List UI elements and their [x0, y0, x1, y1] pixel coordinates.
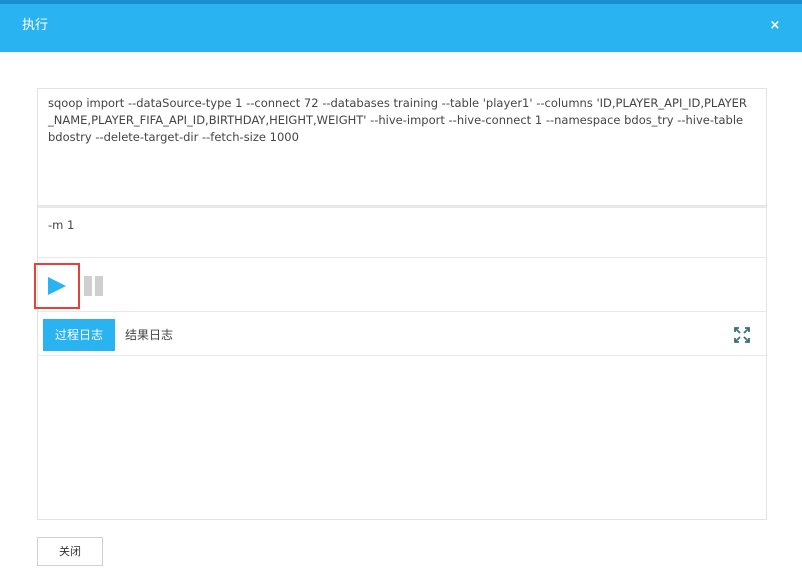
close-icon[interactable]: × — [768, 19, 782, 33]
tab-process-log[interactable]: 过程日志 — [43, 319, 115, 351]
execute-dialog: 执行 × sqoop import --dataSource-type 1 --… — [0, 0, 802, 585]
params-text: -m 1 — [48, 218, 75, 232]
params-editor[interactable]: -m 1 — [38, 211, 766, 258]
execution-panel: sqoop import --dataSource-type 1 --conne… — [34, 88, 767, 520]
command-text: sqoop import --dataSource-type 1 --conne… — [48, 96, 747, 144]
play-button[interactable] — [34, 263, 80, 309]
expand-icon[interactable] — [734, 327, 750, 343]
dialog-header: 执行 × — [0, 0, 802, 52]
command-editor[interactable]: sqoop import --dataSource-type 1 --conne… — [38, 89, 766, 208]
tab-result-log[interactable]: 结果日志 — [125, 319, 173, 351]
close-button[interactable]: 关闭 — [37, 537, 103, 566]
run-controls — [34, 258, 766, 312]
log-tabs: 过程日志 结果日志 — [38, 312, 766, 356]
pause-button[interactable] — [83, 276, 105, 296]
dialog-title: 执行 — [22, 18, 49, 33]
play-icon — [48, 277, 66, 295]
pause-icon — [84, 276, 103, 296]
log-output — [38, 357, 766, 519]
header-strip — [0, 0, 802, 4]
